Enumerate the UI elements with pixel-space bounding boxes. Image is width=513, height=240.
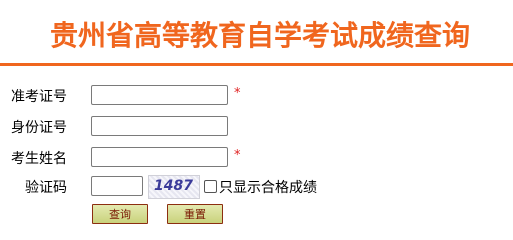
captcha-input[interactable] (91, 176, 143, 196)
row-buttons: 查询 重置 (0, 204, 513, 228)
candidate-name-input[interactable] (91, 147, 228, 167)
captcha-image-text: 1487 (154, 178, 193, 194)
page-header: 贵州省高等教育自学考试成绩查询 (0, 0, 513, 66)
row-candidate-name: 考生姓名 * (0, 146, 513, 170)
id-number-input[interactable] (91, 116, 228, 136)
admission-number-label: 准考证号 (11, 89, 67, 105)
captcha-image[interactable]: 1487 (148, 175, 200, 199)
required-mark: * (234, 86, 241, 101)
candidate-name-label: 考生姓名 (11, 151, 67, 167)
row-id-number: 身份证号 (0, 115, 513, 139)
pass-only-checkbox[interactable] (204, 180, 217, 193)
admission-number-input[interactable] (91, 85, 228, 105)
row-admission-number: 准考证号 * (0, 84, 513, 108)
reset-button[interactable]: 重置 (167, 204, 223, 224)
required-mark: * (234, 148, 241, 163)
row-captcha: 验证码 1487 只显示合格成绩 (0, 175, 513, 199)
captcha-label: 验证码 (25, 180, 67, 196)
pass-only-label[interactable]: 只显示合格成绩 (219, 177, 317, 197)
id-number-label: 身份证号 (11, 120, 67, 136)
page-title: 贵州省高等教育自学考试成绩查询 (50, 19, 471, 52)
header-divider (0, 63, 513, 66)
query-button[interactable]: 查询 (92, 204, 148, 224)
